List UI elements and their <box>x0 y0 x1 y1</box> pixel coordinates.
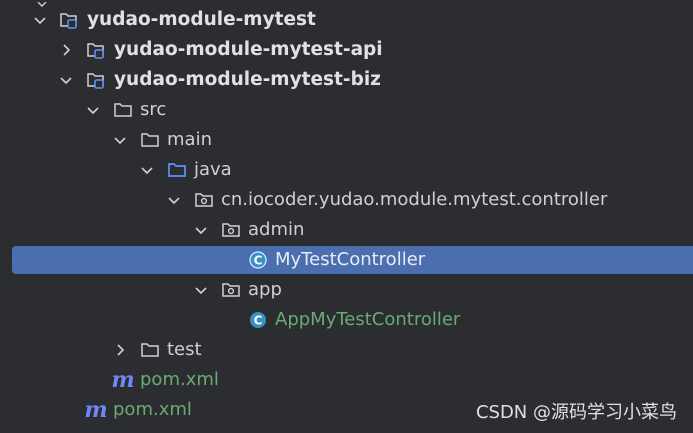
tree-label: cn.iocoder.yudao.module.mytest.controlle… <box>221 189 608 210</box>
chevron-down-icon[interactable] <box>57 65 75 95</box>
tree-row-pom-biz[interactable]: m pom.xml <box>0 365 693 395</box>
chevron-down-icon[interactable] <box>192 215 210 245</box>
project-tree: yudao-module-mytest yudao-module-mytest-… <box>0 0 693 433</box>
svg-text:C: C <box>254 314 263 328</box>
tree-row-module-mytest[interactable]: yudao-module-mytest <box>0 5 693 35</box>
tree-row-src[interactable]: src <box>0 95 693 125</box>
folder-icon <box>112 95 134 125</box>
chevron-down-icon[interactable] <box>138 155 156 185</box>
tree-row-mytestcontroller[interactable]: C MyTestController <box>0 245 693 275</box>
tree-row-package-controller[interactable]: cn.iocoder.yudao.module.mytest.controlle… <box>0 185 693 215</box>
maven-icon: m <box>84 397 108 423</box>
tree-label: pom.xml <box>113 399 192 420</box>
tree-label: yudao-module-mytest-api <box>114 39 383 60</box>
partial-row-top-chevron <box>37 0 47 7</box>
tree-label: app <box>248 279 282 300</box>
svg-text:C: C <box>254 254 263 268</box>
tree-row-package-admin[interactable]: admin <box>0 215 693 245</box>
tree-row-test[interactable]: test <box>0 335 693 365</box>
module-folder-icon <box>58 5 80 35</box>
tree-row-main[interactable]: main <box>0 125 693 155</box>
tree-label: main <box>167 129 212 150</box>
package-icon <box>193 185 215 215</box>
chevron-down-icon[interactable] <box>84 95 102 125</box>
source-root-folder-icon <box>166 155 188 185</box>
class-icon: C <box>247 305 269 335</box>
partial-row-bottom-folder-icon <box>60 427 76 433</box>
tree-row-module-api[interactable]: yudao-module-mytest-api <box>0 35 693 65</box>
tree-label: MyTestController <box>275 249 426 270</box>
watermark: CSDN @源码学习小菜鸟 <box>475 402 677 423</box>
tree-row-module-biz[interactable]: yudao-module-mytest-biz <box>0 65 693 95</box>
package-icon <box>220 215 242 245</box>
tree-row-appmytestcontroller[interactable]: C AppMyTestController <box>0 305 693 335</box>
tree-label: pom.xml <box>140 369 219 390</box>
tree-label: test <box>167 339 202 360</box>
package-icon <box>220 275 242 305</box>
tree-label: AppMyTestController <box>275 309 461 330</box>
folder-icon <box>139 335 161 365</box>
tree-row-package-app[interactable]: app <box>0 275 693 305</box>
tree-row-java[interactable]: java <box>0 155 693 185</box>
chevron-right-icon[interactable] <box>57 35 75 65</box>
chevron-down-icon[interactable] <box>111 125 129 155</box>
tree-label: yudao-module-mytest <box>87 9 316 30</box>
chevron-down-icon[interactable] <box>165 185 183 215</box>
chevron-down-icon[interactable] <box>192 275 210 305</box>
tree-label: admin <box>248 219 305 240</box>
partial-row-bottom-chevron <box>31 426 45 433</box>
tree-label: java <box>194 159 232 180</box>
tree-label: src <box>140 99 167 120</box>
tree-label: yudao-module-mytest-biz <box>114 69 381 90</box>
maven-icon: m <box>111 367 135 393</box>
module-folder-icon <box>85 35 107 65</box>
chevron-right-icon[interactable] <box>111 335 129 365</box>
folder-icon <box>139 125 161 155</box>
module-folder-icon <box>85 65 107 95</box>
class-icon: C <box>247 245 269 275</box>
